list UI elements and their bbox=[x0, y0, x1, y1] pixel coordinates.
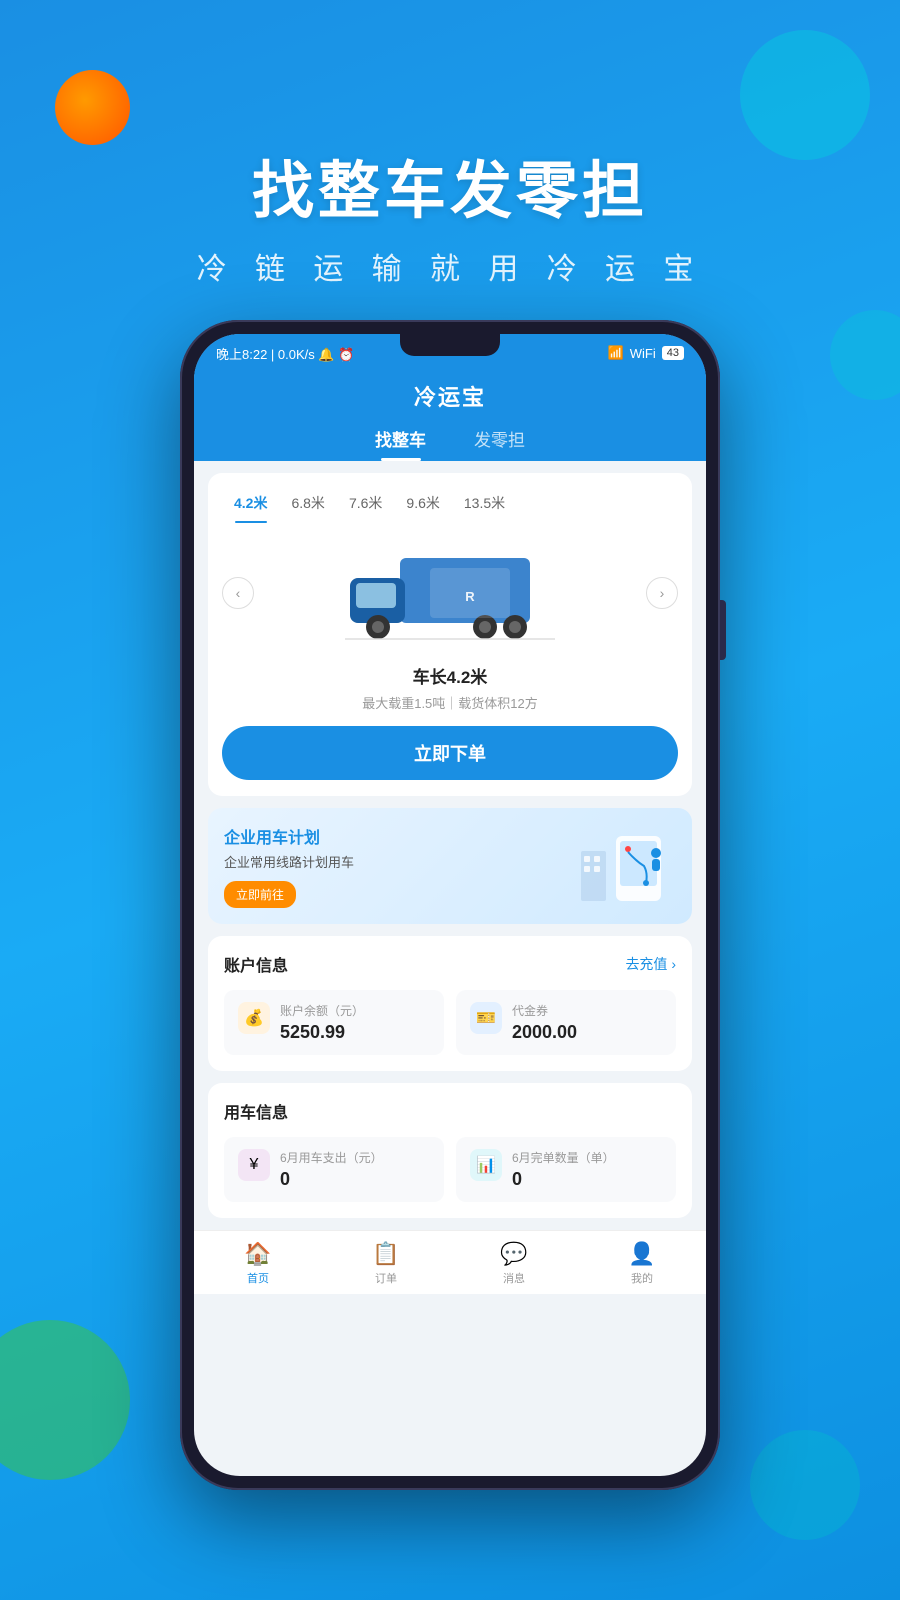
tab-ltl[interactable]: 发零担 bbox=[474, 426, 525, 461]
main-tabs: 找整车 发零担 bbox=[194, 412, 706, 461]
truck-name: 车长4.2米 bbox=[222, 663, 678, 688]
app-header: 冷运宝 bbox=[194, 372, 706, 412]
nav-messages[interactable]: 💬 消息 bbox=[450, 1231, 578, 1294]
svg-text:R: R bbox=[465, 589, 475, 604]
size-tab-7.6[interactable]: 7.6米 bbox=[337, 487, 394, 523]
voucher-label: 代金券 bbox=[512, 1002, 577, 1019]
size-tab-6.8[interactable]: 6.8米 bbox=[279, 487, 336, 523]
status-right: 📶 WiFi 43 bbox=[608, 345, 684, 361]
home-icon: 🏠 bbox=[244, 1241, 271, 1267]
nav-home[interactable]: 🏠 首页 bbox=[194, 1231, 322, 1294]
hero-title: 找整车发零担 bbox=[0, 140, 900, 230]
nav-home-label: 首页 bbox=[247, 1270, 269, 1286]
phone-notch bbox=[400, 334, 500, 356]
usage-title: 用车信息 bbox=[224, 1099, 288, 1123]
expense-item: ¥ 6月用车支出（元） 0 bbox=[224, 1137, 444, 1202]
nav-orders[interactable]: 📋 订单 bbox=[322, 1231, 450, 1294]
account-section: 账户信息 去充值 › 💰 账户余额（元） 5250.99 bbox=[208, 936, 692, 1071]
account-info-grid: 💰 账户余额（元） 5250.99 🎫 代金券 2000. bbox=[224, 990, 676, 1055]
truck-info: 车长4.2米 最大载重1.5吨｜载货体积12方 bbox=[208, 663, 692, 726]
nav-orders-label: 订单 bbox=[375, 1270, 397, 1286]
decorative-circle-orange bbox=[55, 70, 130, 145]
orders-item: 📊 6月完单数量（单） 0 bbox=[456, 1137, 676, 1202]
app-title: 冷运宝 bbox=[194, 380, 706, 412]
size-tab-9.6[interactable]: 9.6米 bbox=[394, 487, 451, 523]
orders-icon: 📊 bbox=[470, 1149, 502, 1181]
banner-illustration bbox=[576, 831, 676, 901]
size-tab-4.2[interactable]: 4.2米 bbox=[222, 487, 279, 523]
hero-subtitle: 冷 链 运 输 就 用 冷 运 宝 bbox=[0, 244, 900, 288]
balance-value: 5250.99 bbox=[280, 1022, 364, 1043]
recharge-link[interactable]: 去充值 › bbox=[625, 954, 676, 974]
orders-label: 6月完单数量（单） bbox=[512, 1149, 615, 1166]
truck-image: R bbox=[340, 533, 560, 653]
account-header: 账户信息 去充值 › bbox=[224, 952, 676, 976]
scrollable-content: 4.2米 6.8米 7.6米 9.6米 13.5米 ‹ bbox=[194, 461, 706, 1476]
vehicle-card: 4.2米 6.8米 7.6米 9.6米 13.5米 ‹ bbox=[208, 473, 692, 796]
nav-profile[interactable]: 👤 我的 bbox=[578, 1231, 706, 1294]
next-truck-button[interactable]: › bbox=[646, 577, 678, 609]
orders-value: 0 bbox=[512, 1169, 615, 1190]
usage-info-grid: ¥ 6月用车支出（元） 0 📊 6月完单数量（单） 0 bbox=[224, 1137, 676, 1202]
truck-specs: 最大载重1.5吨｜载货体积12方 bbox=[222, 693, 678, 712]
account-title: 账户信息 bbox=[224, 952, 288, 976]
size-tab-13.5[interactable]: 13.5米 bbox=[452, 487, 517, 523]
hero-section: 找整车发零担 冷 链 运 输 就 用 冷 运 宝 bbox=[0, 140, 900, 288]
banner-button[interactable]: 立即前往 bbox=[224, 881, 296, 908]
size-tabs: 4.2米 6.8米 7.6米 9.6米 13.5米 bbox=[208, 473, 692, 523]
balance-icon: 💰 bbox=[238, 1002, 270, 1034]
bottom-navigation: 🏠 首页 📋 订单 💬 消息 👤 我的 bbox=[194, 1230, 706, 1294]
phone-side-button bbox=[720, 600, 726, 660]
balance-label: 账户余额（元） bbox=[280, 1002, 364, 1019]
profile-icon: 👤 bbox=[628, 1241, 655, 1267]
phone-frame: 晚上8:22 | 0.0K/s 🔔 ⏰ 📶 WiFi 43 冷运宝 找整车 bbox=[180, 320, 720, 1490]
phone-screen: 晚上8:22 | 0.0K/s 🔔 ⏰ 📶 WiFi 43 冷运宝 找整车 bbox=[194, 334, 706, 1476]
expense-value: 0 bbox=[280, 1169, 383, 1190]
wifi-icon: WiFi bbox=[630, 346, 656, 361]
orders-details: 6月完单数量（单） 0 bbox=[512, 1149, 615, 1190]
orders-nav-icon: 📋 bbox=[372, 1241, 399, 1267]
prev-truck-button[interactable]: ‹ bbox=[222, 577, 254, 609]
usage-section: 用车信息 ¥ 6月用车支出（元） 0 📊 bbox=[208, 1083, 692, 1218]
status-time: 晚上8:22 | 0.0K/s 🔔 ⏰ bbox=[216, 344, 354, 363]
expense-label: 6月用车支出（元） bbox=[280, 1149, 383, 1166]
nav-messages-label: 消息 bbox=[503, 1270, 525, 1286]
messages-icon: 💬 bbox=[500, 1241, 527, 1267]
enterprise-banner[interactable]: 企业用车计划 企业常用线路计划用车 立即前往 bbox=[208, 808, 692, 924]
voucher-value: 2000.00 bbox=[512, 1022, 577, 1043]
expense-icon: ¥ bbox=[238, 1149, 270, 1181]
balance-details: 账户余额（元） 5250.99 bbox=[280, 1002, 364, 1043]
decorative-circle-teal-bottom bbox=[750, 1430, 860, 1540]
balance-item: 💰 账户余额（元） 5250.99 bbox=[224, 990, 444, 1055]
nav-profile-label: 我的 bbox=[631, 1270, 653, 1286]
voucher-item: 🎫 代金券 2000.00 bbox=[456, 990, 676, 1055]
tab-find-truck[interactable]: 找整车 bbox=[375, 426, 426, 461]
battery-indicator: 43 bbox=[662, 346, 684, 360]
voucher-icon: 🎫 bbox=[470, 1002, 502, 1034]
voucher-details: 代金券 2000.00 bbox=[512, 1002, 577, 1043]
signal-icon: 📶 bbox=[608, 345, 624, 361]
truck-display: ‹ bbox=[208, 523, 692, 663]
phone-wrapper: 晚上8:22 | 0.0K/s 🔔 ⏰ 📶 WiFi 43 冷运宝 找整车 bbox=[180, 320, 720, 1490]
usage-header: 用车信息 bbox=[224, 1099, 676, 1123]
order-button[interactable]: 立即下单 bbox=[222, 726, 678, 780]
expense-details: 6月用车支出（元） 0 bbox=[280, 1149, 383, 1190]
